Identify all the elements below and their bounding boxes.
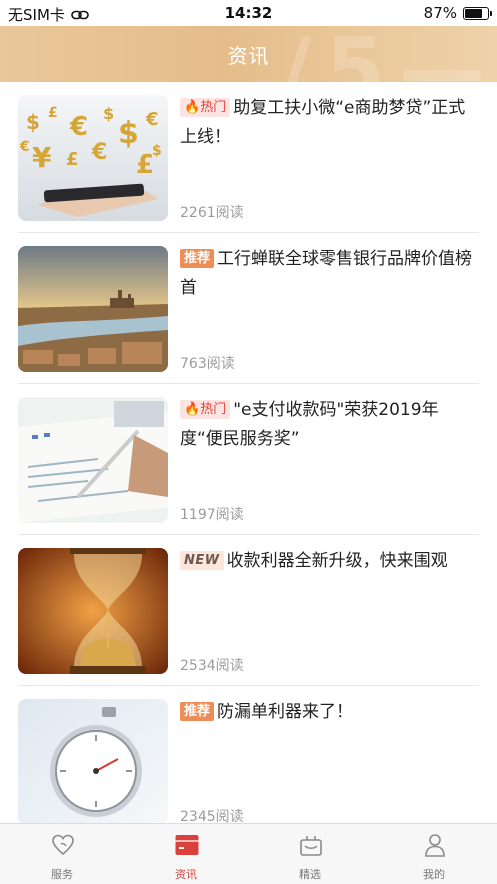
tag-new: NEW [180, 551, 224, 570]
svg-text:€: € [91, 140, 107, 165]
tag-hot: 🔥热门 [180, 400, 231, 419]
news-thumbnail-currency-hand[interactable]: $ £ € $ $ € ¥ £ € £ $ € [18, 95, 168, 221]
read-count: 763阅读 [180, 356, 235, 372]
news-title-text: 收款利器全新升级，快来围观 [226, 551, 448, 571]
svg-text:£: £ [66, 149, 79, 170]
flame-icon: 🔥 [184, 402, 201, 417]
news-title-text: 工行蝉联全球零售银行品牌价值榜首 [180, 249, 473, 298]
read-count: 2534阅读 [180, 658, 244, 674]
tag-label: 热门 [200, 100, 227, 115]
news-title[interactable]: 🔥热门 "e支付收款码"荣获2019年度“便民服务奖” [180, 396, 475, 454]
tab-news[interactable]: 资讯 [124, 824, 248, 884]
svg-text:$: $ [103, 104, 114, 123]
news-item[interactable]: 🔥热门 "e支付收款码"荣获2019年度“便民服务奖” 1197阅读 [18, 384, 479, 535]
battery-fill [465, 8, 483, 18]
read-count: 2261阅读 [180, 205, 244, 221]
tag-hot: 🔥热门 [180, 98, 231, 117]
news-thumbnail-stopwatch[interactable] [18, 699, 168, 823]
user-icon [422, 832, 448, 858]
tab-featured[interactable]: 精选 [248, 824, 372, 884]
tab-label: 精选 [299, 868, 321, 881]
news-title[interactable]: 推荐 工行蝉联全球零售银行品牌价值榜首 [180, 245, 475, 303]
news-title[interactable]: NEW 收款利器全新升级，快来围观 [180, 547, 475, 576]
news-item[interactable]: 推荐 工行蝉联全球零售银行品牌价值榜首 763阅读 [18, 233, 479, 384]
svg-text:£: £ [48, 105, 58, 121]
svg-text:€: € [69, 112, 88, 142]
svg-text:€: € [145, 109, 159, 130]
tag-label: 热门 [200, 402, 227, 417]
svg-text:¥: ¥ [32, 141, 52, 174]
svg-text:$: $ [118, 116, 139, 151]
tab-label: 服务 [51, 868, 73, 881]
tab-services[interactable]: 服务 [0, 824, 124, 884]
news-list[interactable]: $ £ € $ $ € ¥ £ € £ $ € 🔥热门 助复工扶小微“e商助梦贷”正式上线！ … [0, 82, 497, 823]
status-time: 14:32 [224, 4, 273, 22]
tab-label: 资讯 [175, 868, 197, 881]
news-title[interactable]: 🔥热门 助复工扶小微“e商助梦贷”正式上线！ [180, 94, 475, 152]
news-thumbnail-city-river[interactable] [18, 246, 168, 372]
news-item[interactable]: 推荐 防漏单利器来了！ 2345阅读 [18, 686, 479, 823]
tag-recommend: 推荐 [180, 249, 215, 268]
flame-icon: 🔥 [184, 100, 201, 115]
gift-bag-icon [298, 832, 324, 858]
news-item[interactable]: $ £ € $ $ € ¥ £ € £ $ € 🔥热门 助复工扶小微“e商助梦贷”正式上线！ … [18, 82, 479, 233]
svg-text:$: $ [26, 110, 40, 134]
status-right: 87% [423, 4, 492, 22]
svg-text:$: $ [152, 143, 162, 159]
news-thumbnail-hourglass[interactable] [18, 548, 168, 674]
battery-percent: 87% [423, 4, 457, 22]
heart-icon [50, 832, 76, 858]
tab-label: 我的 [423, 868, 445, 881]
news-title-text: 防漏单利器来了！ [217, 702, 354, 722]
page-header: / 5 — 资讯 [0, 26, 497, 82]
news-card-icon [174, 832, 200, 858]
svg-text:€: € [19, 139, 30, 155]
read-count: 2345阅读 [180, 809, 244, 823]
news-title[interactable]: 推荐 防漏单利器来了！ [180, 698, 475, 727]
tag-recommend: 推荐 [180, 702, 215, 721]
news-item[interactable]: NEW 收款利器全新升级，快来围观 2534阅读 [18, 535, 479, 686]
status-bar: 无SIM卡 14:32 87% [0, 0, 497, 26]
read-count: 1197阅读 [180, 507, 244, 523]
tab-profile[interactable]: 我的 [372, 824, 496, 884]
tab-bar: 服务 资讯 精选 我的 [0, 823, 497, 884]
page-title: 资讯 [227, 44, 270, 68]
news-thumbnail-pen-charts[interactable] [18, 397, 168, 523]
battery-icon [463, 6, 492, 20]
